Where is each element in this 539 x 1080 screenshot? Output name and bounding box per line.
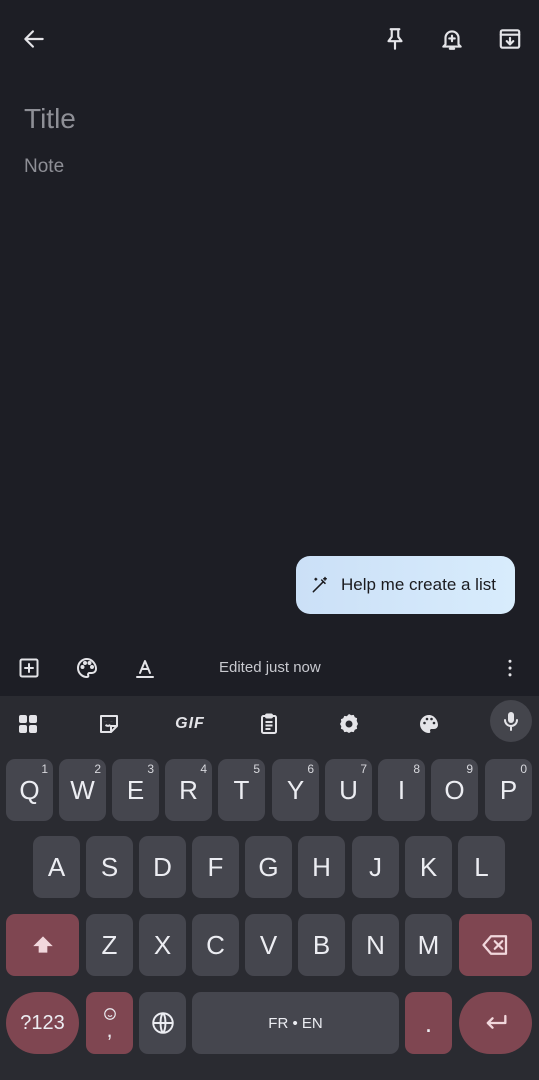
apps-grid-icon[interactable] (6, 702, 50, 746)
key-p[interactable]: P0 (485, 759, 532, 821)
on-screen-keyboard: GIF Q1 W2 E3 R4 T5 Y6 U7 I8 O9 P0 A S D … (0, 696, 539, 1080)
keyboard-toolbar: GIF (0, 696, 539, 750)
key-a[interactable]: A (33, 836, 80, 898)
key-k[interactable]: K (405, 836, 452, 898)
key-w[interactable]: W2 (59, 759, 106, 821)
key-c[interactable]: C (192, 914, 239, 976)
key-i[interactable]: I8 (378, 759, 425, 821)
symbols-key[interactable]: ?123 (6, 992, 79, 1054)
backspace-icon (481, 935, 507, 955)
key-x[interactable]: X (139, 914, 186, 976)
key-h[interactable]: H (298, 836, 345, 898)
theme-palette-icon[interactable] (407, 702, 451, 746)
add-box-icon[interactable] (5, 644, 53, 692)
key-q[interactable]: Q1 (6, 759, 53, 821)
title-field[interactable]: Title (24, 103, 76, 135)
magic-wand-icon (312, 576, 327, 593)
help-me-create-list-button[interactable]: Help me create a list (296, 556, 515, 614)
key-o[interactable]: O9 (431, 759, 478, 821)
archive-icon[interactable] (486, 15, 534, 63)
key-s[interactable]: S (86, 836, 133, 898)
shift-key[interactable] (6, 914, 79, 976)
key-r[interactable]: R4 (165, 759, 212, 821)
note-top-bar (0, 0, 539, 80)
reminder-bell-icon[interactable] (428, 15, 476, 63)
gif-button[interactable]: GIF (167, 702, 213, 746)
back-arrow-icon[interactable] (10, 15, 58, 63)
key-n[interactable]: N (352, 914, 399, 976)
globe-icon (151, 1012, 174, 1034)
note-body-field[interactable]: Note (24, 156, 64, 178)
key-f[interactable]: F (192, 836, 239, 898)
key-m[interactable]: M (405, 914, 452, 976)
enter-arrow-icon (486, 1014, 506, 1029)
clipboard-icon[interactable] (247, 702, 291, 746)
emoji-comma-key[interactable]: , (86, 992, 133, 1054)
backspace-key[interactable] (459, 914, 532, 976)
settings-gear-icon[interactable] (327, 702, 371, 746)
edited-status: Edited just now (219, 659, 321, 676)
more-vert-icon[interactable] (486, 644, 534, 692)
pin-icon[interactable] (371, 15, 419, 63)
mic-icon[interactable] (490, 700, 532, 742)
key-z[interactable]: Z (86, 914, 133, 976)
sticker-icon[interactable] (87, 702, 131, 746)
shift-arrow-icon (32, 936, 53, 953)
text-format-icon[interactable] (121, 644, 169, 692)
enter-key[interactable] (459, 992, 532, 1054)
key-u[interactable]: U7 (325, 759, 372, 821)
key-l[interactable]: L (458, 836, 505, 898)
key-t[interactable]: T5 (218, 759, 265, 821)
help-me-create-list-label: Help me create a list (341, 575, 496, 594)
language-globe-key[interactable] (139, 992, 186, 1054)
key-v[interactable]: V (245, 914, 292, 976)
key-b[interactable]: B (298, 914, 345, 976)
key-j[interactable]: J (352, 836, 399, 898)
key-y[interactable]: Y6 (272, 759, 319, 821)
key-e[interactable]: E3 (112, 759, 159, 821)
key-g[interactable]: G (245, 836, 292, 898)
period-key[interactable]: . (405, 992, 452, 1054)
palette-icon[interactable] (63, 644, 111, 692)
space-key[interactable]: FR • EN (192, 992, 399, 1054)
key-d[interactable]: D (139, 836, 186, 898)
